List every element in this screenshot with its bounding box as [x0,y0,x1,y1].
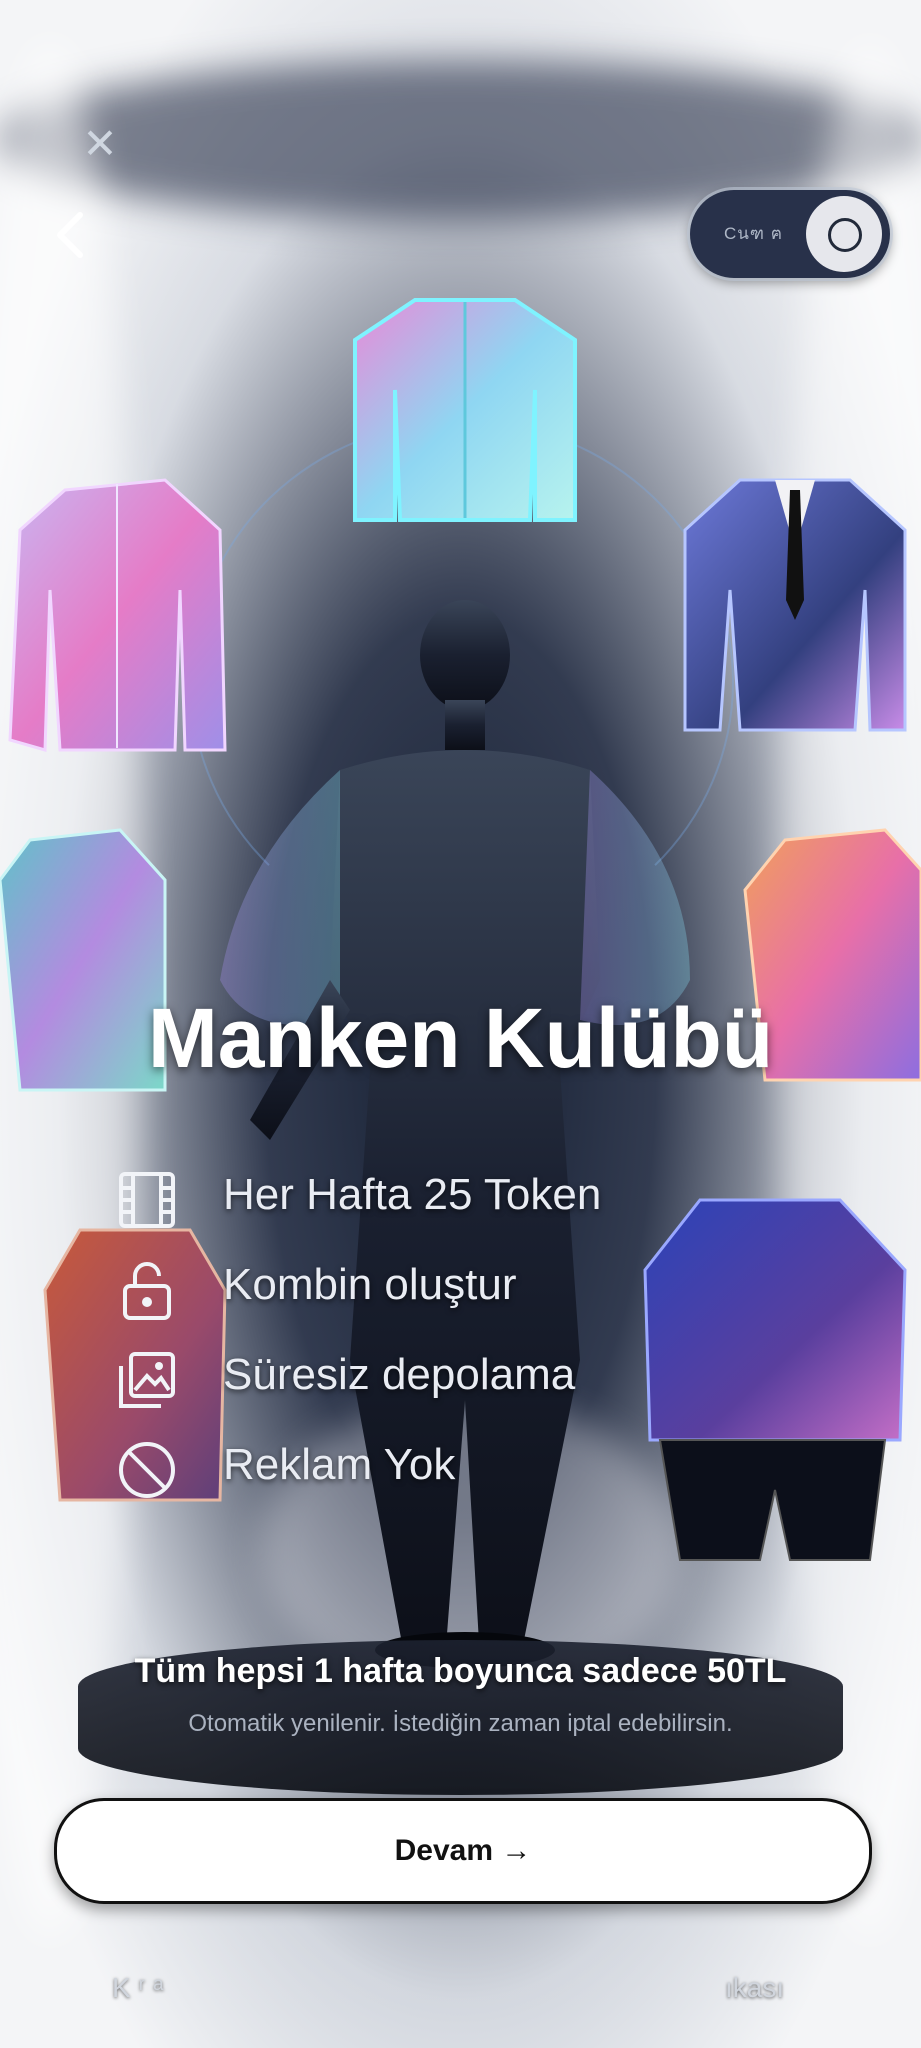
gallery-icon [119,1352,175,1408]
back-button[interactable] [48,205,98,265]
feature-label: Reklam Yok [223,1440,456,1489]
price-subtext: Otomatik yenilenir. İstediğin zaman ipta… [188,1710,733,1737]
price-headline: Tüm hepsi 1 hafta boyunca sadece 50TL [134,1652,787,1690]
no-ads-icon [119,1442,175,1498]
toggle-knob [806,196,882,272]
unlock-icon [123,1262,171,1320]
close-icon: ✕ [82,120,118,167]
circle-icon [828,218,862,252]
page-title: Manken Kulübü [147,991,774,1085]
continue-button[interactable]: Devam → [54,1798,872,1904]
mode-toggle[interactable]: Cนฑ ฅ [690,190,890,278]
toggle-label: Cนฑ ฅ [724,224,784,243]
footer-link-left[interactable]: K ʳ ᵃ [112,1972,163,2004]
chevron-left-icon [57,212,83,258]
feature-label: Kombin oluştur [223,1260,517,1309]
feature-label: Süresiz depolama [223,1350,576,1399]
footer-link-right[interactable]: ıkası [725,1972,784,2004]
mannequin-figure-image [220,600,690,1668]
close-button[interactable]: ✕ [80,123,120,165]
film-icon [119,1172,175,1228]
feature-label: Her Hafta 25 Token [223,1170,602,1219]
jacket-top-image [353,298,577,522]
